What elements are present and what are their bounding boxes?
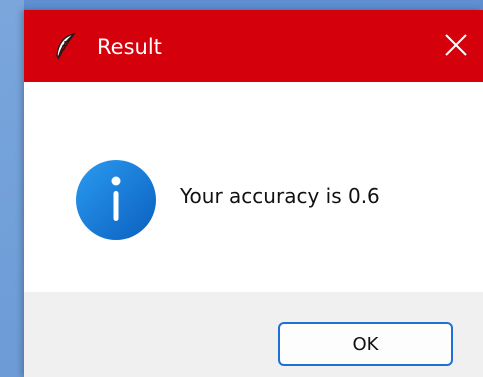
ok-button[interactable]: OK bbox=[278, 322, 453, 366]
close-icon bbox=[445, 34, 467, 56]
desktop-background bbox=[0, 0, 24, 377]
dialog-content: Your accuracy is 0.6 bbox=[24, 82, 483, 292]
info-icon bbox=[75, 159, 157, 241]
result-message: Your accuracy is 0.6 bbox=[180, 184, 380, 208]
dialog-title: Result bbox=[97, 35, 162, 59]
button-bar: OK bbox=[24, 292, 483, 377]
result-dialog: Result Your accuracy is 0.6 OK bbox=[24, 10, 483, 377]
close-button[interactable] bbox=[421, 10, 483, 82]
titlebar: Result bbox=[24, 10, 483, 82]
feather-icon bbox=[52, 32, 78, 62]
